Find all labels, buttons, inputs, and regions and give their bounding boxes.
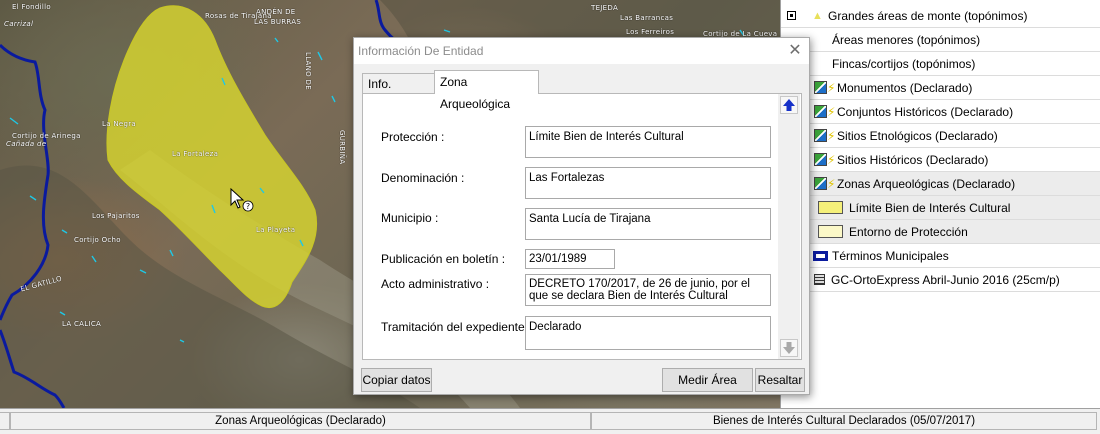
map-label: Los Pajaritos: [92, 212, 140, 220]
legend-item-sitios-etnologicos[interactable]: ⚡ Sitios Etnológicos (Declarado): [781, 124, 1100, 148]
dialog-title: Información De Entidad: [358, 44, 484, 58]
bic-fill-swatch: [818, 201, 843, 214]
scroll-down-button[interactable]: [780, 339, 798, 357]
label-marker-icon: ▲: [812, 9, 823, 22]
copy-data-button[interactable]: Copiar datos: [361, 368, 432, 392]
map-label: Cañada de: [6, 140, 47, 148]
highlight-button[interactable]: Resaltar: [755, 368, 805, 392]
legend-item-sitios-historicos[interactable]: ⚡ Sitios Históricos (Declarado): [781, 148, 1100, 172]
map-label: Cortijo de Arinega: [12, 132, 81, 140]
legend-item-monumentos[interactable]: ⚡ Monumentos (Declarado): [781, 76, 1100, 100]
layer-map-icon: [814, 129, 827, 142]
legend-label: Entorno de Protección: [849, 224, 968, 239]
svg-text:?: ?: [246, 202, 250, 211]
label-tramitacion: Tramitación del expediente :: [381, 320, 532, 334]
tab-zona-arqueologica[interactable]: Zona Arqueológica: [434, 70, 539, 111]
field-tramitacion[interactable]: Declarado: [525, 316, 771, 350]
lightning-icon: ⚡: [827, 80, 836, 95]
help-cursor-icon: ?: [230, 188, 254, 212]
legend-label: Límite Bien de Interés Cultural: [849, 200, 1011, 215]
legend-label: Sitios Etnológicos (Declarado): [837, 128, 998, 143]
arrow-down-icon: [783, 342, 795, 354]
label-denominacion: Denominación :: [381, 171, 465, 185]
map-label: La Fortaleza: [172, 150, 219, 158]
legend-label: Conjuntos Históricos (Declarado): [837, 104, 1014, 119]
legend-item-conjuntos[interactable]: ⚡ Conjuntos Históricos (Declarado): [781, 100, 1100, 124]
field-municipio[interactable]: Santa Lucía de Tirajana: [525, 208, 771, 240]
label-municipio: Municipio :: [381, 211, 439, 225]
legend-label: Áreas menores (topónimos): [832, 32, 981, 47]
status-bar: Zonas Arqueológicas (Declarado) Bienes d…: [0, 408, 1100, 434]
scroll-up-button[interactable]: [780, 96, 798, 114]
lightning-icon: ⚡: [827, 176, 836, 191]
map-label: Cortijo Ocho: [74, 236, 121, 244]
legend-label: Sitios Históricos (Declarado): [837, 152, 989, 167]
map-label: Los Ferreiros: [626, 28, 675, 36]
raster-grid-icon: [814, 274, 825, 285]
lightning-icon: ⚡: [827, 152, 836, 167]
measure-area-button[interactable]: Medir Área: [662, 368, 753, 392]
legend-item-areas-menores[interactable]: Áreas menores (topónimos): [781, 28, 1100, 52]
checkbox-icon[interactable]: [787, 11, 796, 20]
layer-legend[interactable]: ▲ Grandes áreas de monte (topónimos) Áre…: [780, 0, 1100, 408]
map-label: GURBIÑA: [338, 130, 346, 165]
map-label: El Fondillo: [12, 3, 51, 11]
status-cell-left: [0, 412, 10, 430]
map-label: Rosas de Tirajana: [205, 12, 272, 20]
legend-label: Zonas Arqueológicas (Declarado): [837, 176, 1016, 191]
legend-label: Monumentos (Declarado): [837, 80, 973, 95]
close-icon[interactable]: ✕: [785, 41, 805, 61]
layer-map-icon: [814, 177, 827, 190]
label-proteccion: Protección :: [381, 130, 445, 144]
layer-map-icon: [814, 81, 827, 94]
field-publicacion[interactable]: 23/01/1989: [525, 249, 615, 269]
status-source: Bienes de Interés Cultural Declarados (0…: [591, 412, 1097, 430]
municipal-border-swatch: [813, 250, 828, 261]
entorno-fill-swatch: [818, 225, 843, 238]
entity-info-dialog[interactable]: Información De Entidad ✕ Info. General Z…: [353, 37, 810, 395]
field-acto[interactable]: DECRETO 170/2017, de 26 de junio, por el…: [525, 274, 771, 306]
layer-map-icon: [814, 153, 827, 166]
tab-panel: Protección : Límite Bien de Interés Cult…: [362, 93, 802, 360]
legend-item-entorno[interactable]: Entorno de Protección: [781, 220, 1100, 244]
legend-item-terminos[interactable]: Términos Municipales: [781, 244, 1100, 268]
lightning-icon: ⚡: [827, 104, 836, 119]
legend-item-grandes-areas[interactable]: ▲ Grandes áreas de monte (topónimos): [781, 4, 1100, 28]
map-label: LLANO DE: [304, 52, 312, 90]
legend-item-fincas[interactable]: Fincas/cortijos (topónimos): [781, 52, 1100, 76]
map-label: La Playeta: [256, 226, 296, 234]
legend-item-ortoexpress[interactable]: GC-OrtoExpress Abril-Junio 2016 (25cm/p): [781, 268, 1100, 292]
map-label: La Negra: [102, 120, 136, 128]
label-publicacion: Publicación en boletín :: [381, 252, 506, 266]
legend-item-limite-bic[interactable]: Límite Bien de Interés Cultural: [781, 196, 1100, 220]
map-label: TEJEDA: [591, 4, 619, 12]
lightning-icon: ⚡: [827, 128, 836, 143]
legend-label: Fincas/cortijos (topónimos): [832, 56, 976, 71]
dialog-title-bar[interactable]: Información De Entidad ✕: [354, 38, 809, 64]
layer-map-icon: [814, 105, 827, 118]
label-acto: Acto administrativo :: [381, 277, 490, 291]
status-layer: Zonas Arqueológicas (Declarado): [10, 412, 591, 430]
field-proteccion[interactable]: Límite Bien de Interés Cultural: [525, 126, 771, 158]
legend-label: GC-OrtoExpress Abril-Junio 2016 (25cm/p): [831, 272, 1060, 287]
field-denominacion[interactable]: Las Fortalezas: [525, 167, 771, 199]
map-label: Las Barrancas: [620, 14, 674, 22]
tab-info-general[interactable]: Info. General: [362, 73, 435, 111]
legend-label: Grandes áreas de monte (topónimos): [828, 8, 1028, 23]
arrow-up-icon: [783, 99, 795, 111]
panel-scrollbar[interactable]: [778, 94, 800, 359]
map-label: Carrizal: [4, 20, 34, 28]
legend-item-zonas-arqueologicas[interactable]: ⚡ Zonas Arqueológicas (Declarado): [781, 172, 1100, 196]
map-label: LA CALICA: [62, 320, 102, 328]
legend-label: Términos Municipales: [832, 248, 949, 263]
